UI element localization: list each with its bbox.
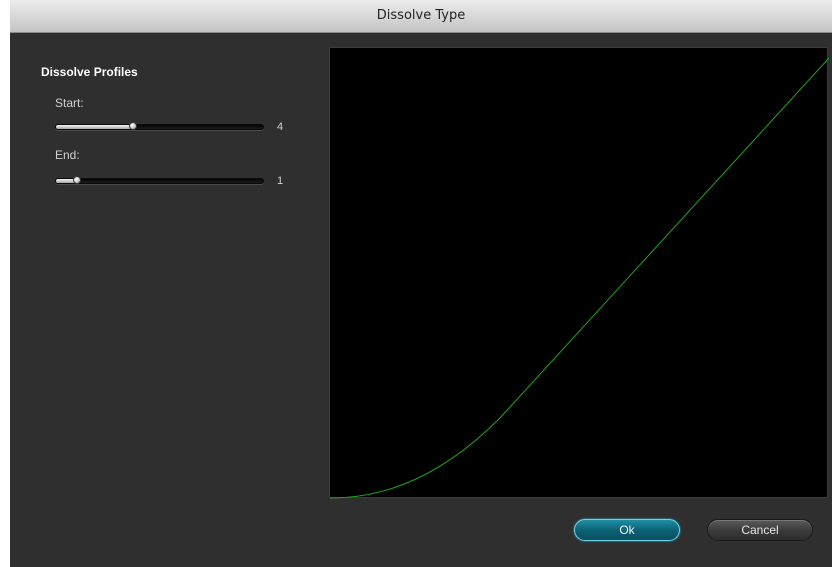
- start-slider-fill: [56, 125, 133, 129]
- dissolve-profiles-panel: Dissolve Profiles Start: 4 End: 1: [10, 33, 328, 567]
- ok-button[interactable]: Ok: [574, 519, 680, 541]
- dissolve-curve: [330, 57, 829, 499]
- cancel-button[interactable]: Cancel: [707, 519, 813, 541]
- dissolve-curve-graph: [329, 47, 829, 499]
- start-label: Start:: [55, 96, 84, 110]
- section-title: Dissolve Profiles: [41, 65, 138, 79]
- curve-canvas: [330, 57, 829, 499]
- dialog-title: Dissolve Type: [376, 8, 466, 23]
- end-slider-thumb[interactable]: [72, 176, 81, 184]
- start-value: 4: [277, 121, 284, 133]
- end-label: End:: [55, 148, 80, 162]
- dissolve-type-dialog: Dissolve Type Dissolve Profiles Start: 4…: [10, 0, 832, 567]
- start-slider-thumb[interactable]: [128, 122, 137, 130]
- title-bar[interactable]: Dissolve Type: [10, 0, 832, 33]
- end-slider[interactable]: [55, 176, 264, 184]
- end-value: 1: [277, 175, 284, 187]
- start-slider[interactable]: [55, 122, 264, 130]
